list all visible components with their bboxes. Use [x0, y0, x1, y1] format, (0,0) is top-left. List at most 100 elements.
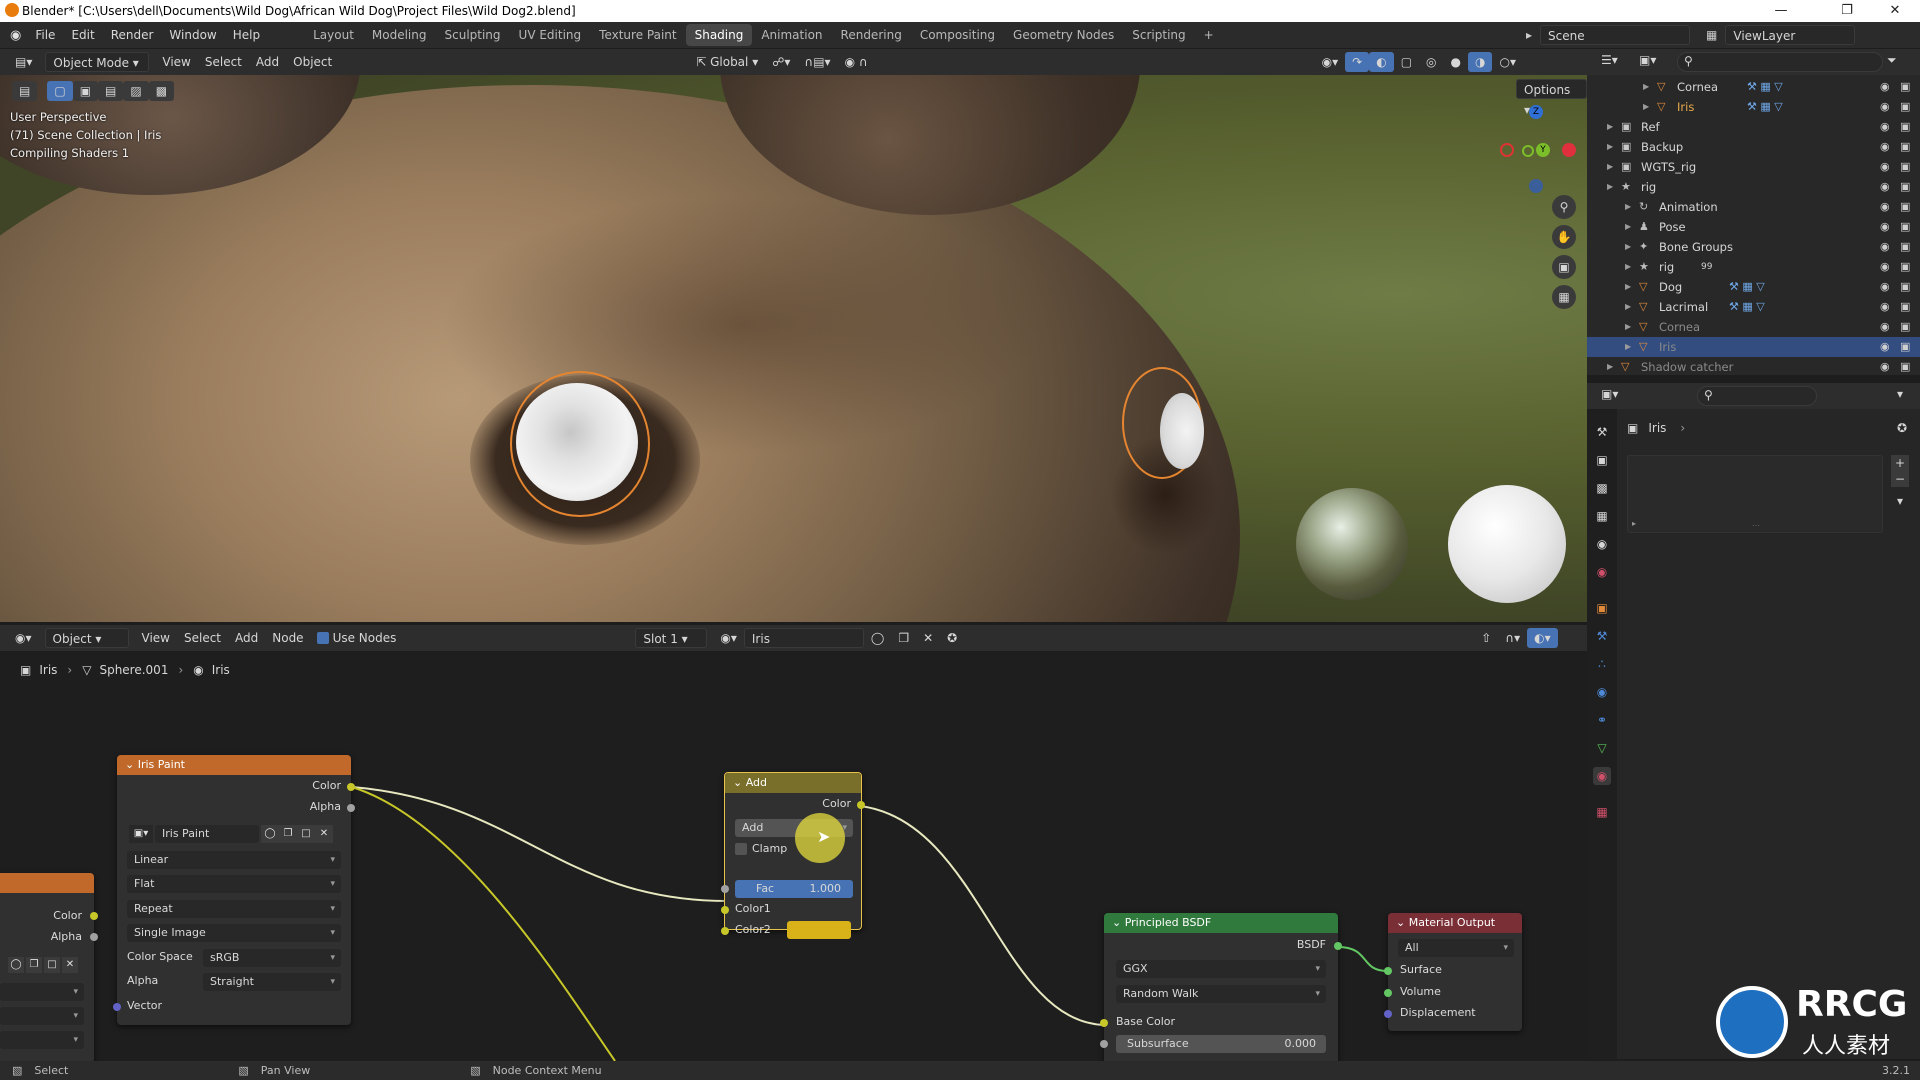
scene-selector[interactable]: Scene: [1540, 25, 1691, 45]
render-camera-icon[interactable]: ▣: [1900, 197, 1910, 217]
select-mode-intersect-icon[interactable]: ▩: [148, 81, 175, 101]
displacement-socket[interactable]: [1384, 1010, 1392, 1018]
menu-file[interactable]: File: [27, 28, 63, 42]
gizmo-z-axis[interactable]: Z: [1529, 105, 1543, 119]
minimize-button[interactable]: —: [1758, 0, 1804, 22]
view-layer-selector[interactable]: ViewLayer: [1725, 25, 1856, 45]
outliner-row[interactable]: ▶ ▣ Ref ◉ ▣: [1587, 117, 1920, 137]
render-camera-icon[interactable]: ▣: [1900, 217, 1910, 237]
tab-compositing[interactable]: Compositing: [911, 24, 1004, 46]
visibility-eye-icon[interactable]: ◉: [1880, 337, 1890, 357]
proportional-edit-icon[interactable]: ◉ ∩: [838, 52, 875, 72]
properties-options-icon[interactable]: ▾: [1897, 387, 1903, 401]
distribution-dropdown[interactable]: GGX ▾: [1116, 960, 1326, 978]
outliner-row[interactable]: ▶ ♟ Pose ◉ ▣: [1587, 217, 1920, 237]
select-mode-invert-icon[interactable]: ▨: [123, 81, 149, 101]
output-tab-icon[interactable]: ▩: [1593, 479, 1611, 497]
tab-animation[interactable]: Animation: [752, 24, 831, 46]
view-layer-tab-icon[interactable]: ▦: [1593, 507, 1611, 525]
image-duplicate-icon[interactable]: ❐: [279, 825, 297, 843]
expand-arrow-icon[interactable]: ▶: [1607, 137, 1613, 157]
world-tab-icon[interactable]: ◉: [1593, 563, 1611, 581]
gizmo-y-neg[interactable]: [1522, 145, 1534, 157]
partial-dropdown-2[interactable]: ▾: [0, 1007, 84, 1025]
material-slot-list[interactable]: ▸ ⋯: [1627, 455, 1883, 533]
fake-user-icon[interactable]: ◯: [8, 957, 24, 973]
restore-button[interactable]: ❐: [1824, 0, 1870, 22]
expand-arrow-icon[interactable]: ▶: [1625, 217, 1631, 237]
expand-arrow-icon[interactable]: ▶: [1625, 337, 1631, 357]
material-output-node[interactable]: ⌄ Material Output All ▾ Surface Volume Di…: [1384, 913, 1522, 1031]
add-node-header[interactable]: ⌄ Add: [725, 773, 861, 793]
close-window-button[interactable]: ✕: [1872, 0, 1918, 22]
surface-socket[interactable]: [1384, 967, 1392, 975]
slot-resize-handle-icon[interactable]: ⋯: [1752, 521, 1760, 530]
color1-socket[interactable]: [721, 906, 729, 914]
visibility-eye-icon[interactable]: ◉: [1880, 117, 1890, 137]
add-mix-node[interactable]: ⌄ Add Color Add ▾ ➤ Clamp Fac 1.000 Color1…: [721, 772, 865, 939]
subsurface-socket[interactable]: [1100, 1040, 1108, 1048]
menu-add[interactable]: Add: [249, 52, 286, 72]
gizmo-x-axis[interactable]: [1562, 143, 1576, 157]
pivot-icon[interactable]: ☍▾: [765, 52, 797, 72]
constraints-tab-icon[interactable]: ⚭: [1593, 711, 1611, 729]
pan-hand-icon[interactable]: ✋: [1552, 225, 1576, 249]
overlay-toggle-icon[interactable]: ◐: [1369, 52, 1394, 72]
tab-scripting[interactable]: Scripting: [1123, 24, 1194, 46]
iris-paint-image-node[interactable]: ⌄ Iris Paint Color Alpha ▣▾ Iris Paint ◯…: [113, 755, 355, 1025]
expand-arrow-icon[interactable]: ▶: [1607, 157, 1613, 177]
tab-texture-paint[interactable]: Texture Paint: [590, 24, 685, 46]
fake-user-icon[interactable]: ◯: [864, 628, 891, 648]
outliner-row[interactable]: ▶ ▽ Iris ◉ ▣: [1587, 337, 1920, 357]
node-editor-type-icon[interactable]: ◉▾: [8, 628, 39, 648]
outliner-editor-type-icon[interactable]: ☰▾: [1601, 53, 1618, 67]
image-fake-user-icon[interactable]: ◯: [261, 825, 279, 843]
visibility-eye-icon[interactable]: ◉: [1880, 77, 1890, 97]
outliner-row[interactable]: ▶ ★ rig 99 ◉ ▣: [1587, 257, 1920, 277]
unlink-image-icon[interactable]: ✕: [62, 957, 78, 973]
material-tab-icon[interactable]: ◉: [1593, 767, 1611, 785]
parent-node-tree-icon[interactable]: ⇧: [1474, 628, 1498, 648]
node-menu-add[interactable]: Add: [228, 628, 265, 648]
camera-view-icon[interactable]: ▣: [1552, 255, 1576, 279]
source-dropdown[interactable]: Single Image ▾: [127, 924, 341, 942]
material-browse-icon[interactable]: ◉▾: [713, 628, 744, 648]
gizmo-z-neg[interactable]: [1529, 179, 1543, 193]
outliner-row[interactable]: ▶ ↻ Animation ◉ ▣: [1587, 197, 1920, 217]
render-camera-icon[interactable]: ▣: [1900, 137, 1910, 157]
outliner-row[interactable]: ▶ ▽ Iris ⚒ ▦ ▽ ◉ ▣: [1587, 97, 1920, 117]
visibility-eye-icon[interactable]: ◉: [1880, 177, 1890, 197]
principled-node-header[interactable]: ⌄ Principled BSDF: [1104, 913, 1338, 933]
gizmo-y-axis[interactable]: Y: [1536, 143, 1550, 157]
render-camera-icon[interactable]: ▣: [1900, 77, 1910, 97]
gizmo-toggle-icon[interactable]: ↷: [1345, 52, 1370, 72]
render-camera-icon[interactable]: ▣: [1900, 277, 1910, 297]
render-camera-icon[interactable]: ▣: [1900, 117, 1910, 137]
tab-shading[interactable]: Shading: [685, 24, 753, 46]
outliner-row[interactable]: ▶ ▽ Cornea ⚒ ▦ ▽ ◉ ▣: [1587, 77, 1920, 97]
slot-specials-button[interactable]: ▾: [1891, 493, 1909, 509]
image-browse-icon[interactable]: ▣▾: [129, 825, 153, 843]
shading-rendered-icon[interactable]: ○▾: [1492, 52, 1523, 72]
expand-arrow-icon[interactable]: ▶: [1607, 117, 1613, 137]
menu-object[interactable]: Object: [286, 52, 339, 72]
subsurface-method-dropdown[interactable]: Random Walk ▾: [1116, 985, 1326, 1003]
partial-dropdown-3[interactable]: ▾: [0, 1031, 84, 1049]
physics-tab-icon[interactable]: ◉: [1593, 683, 1611, 701]
node-menu-select[interactable]: Select: [177, 628, 228, 648]
expand-arrow-icon[interactable]: ▶: [1625, 237, 1631, 257]
expand-arrow-icon[interactable]: ▶: [1607, 357, 1613, 377]
material-name-field[interactable]: Iris: [743, 628, 864, 648]
object-tab-icon[interactable]: ▣: [1593, 599, 1611, 617]
partial-alpha-socket[interactable]: [90, 933, 98, 941]
color2-socket[interactable]: [721, 927, 729, 935]
filter-icon[interactable]: ⏷: [1887, 53, 1897, 68]
image-open-icon[interactable]: □: [297, 825, 315, 843]
slot-expand-icon[interactable]: ▸: [1632, 519, 1636, 528]
image-unlink-icon[interactable]: ✕: [315, 825, 333, 843]
outliner-row[interactable]: ▶ ▽ Cornea ◉ ▣: [1587, 317, 1920, 337]
expand-arrow-icon[interactable]: ▶: [1643, 97, 1649, 117]
partial-color-socket[interactable]: [90, 912, 98, 920]
outliner-row[interactable]: ▶ ★ rig ◉ ▣: [1587, 177, 1920, 197]
data-tab-icon[interactable]: ▽: [1593, 739, 1611, 757]
